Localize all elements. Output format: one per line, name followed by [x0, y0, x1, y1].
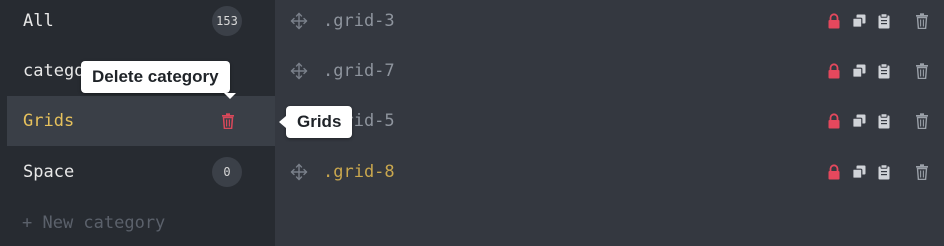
trash-icon[interactable]	[915, 63, 929, 79]
new-category-link[interactable]: + New category	[22, 209, 165, 237]
move-icon[interactable]	[290, 12, 308, 30]
grid-name: .grid-7	[323, 61, 395, 81]
copy-icon[interactable]	[852, 164, 866, 180]
clipboard-icon[interactable]	[877, 13, 891, 29]
grid-row[interactable]: .grid-7	[275, 46, 944, 96]
trash-icon[interactable]	[915, 113, 929, 129]
grid-row[interactable]: .grid-5	[275, 96, 944, 146]
grid-row[interactable]: .grid-3	[275, 0, 944, 46]
lock-icon[interactable]	[827, 113, 841, 129]
move-icon[interactable]	[290, 62, 308, 80]
clipboard-icon[interactable]	[877, 164, 891, 180]
copy-icon[interactable]	[852, 13, 866, 29]
count-badge: 153	[212, 6, 242, 36]
trash-icon[interactable]	[915, 164, 929, 180]
drag-grids-tooltip: Grids	[278, 106, 353, 138]
category-label: Space	[23, 162, 75, 182]
copy-icon[interactable]	[852, 63, 866, 79]
category-label: Grids	[23, 111, 75, 131]
lock-icon[interactable]	[827, 63, 841, 79]
clipboard-icon[interactable]	[877, 63, 891, 79]
move-icon[interactable]	[290, 163, 308, 181]
category-item-space[interactable]: Space 0	[7, 147, 275, 197]
clipboard-icon[interactable]	[877, 113, 891, 129]
grid-name: .grid-3	[323, 11, 395, 31]
category-item-all[interactable]: All 153	[7, 0, 275, 46]
lock-icon[interactable]	[827, 164, 841, 180]
grid-name: .grid-8	[323, 162, 395, 182]
category-sidebar: All 153 category Grids Space 0 + New cat…	[0, 0, 275, 246]
delete-category-tooltip: Delete category	[81, 61, 236, 99]
delete-category-trash-icon[interactable]	[221, 113, 235, 129]
copy-icon[interactable]	[852, 113, 866, 129]
app-root: All 153 category Grids Space 0 + New cat…	[0, 0, 944, 246]
category-label: All	[23, 11, 54, 31]
trash-icon[interactable]	[915, 13, 929, 29]
lock-icon[interactable]	[827, 13, 841, 29]
category-item-grids[interactable]: Grids	[7, 96, 275, 146]
grid-row[interactable]: .grid-8	[275, 147, 944, 197]
count-badge: 0	[212, 157, 242, 187]
